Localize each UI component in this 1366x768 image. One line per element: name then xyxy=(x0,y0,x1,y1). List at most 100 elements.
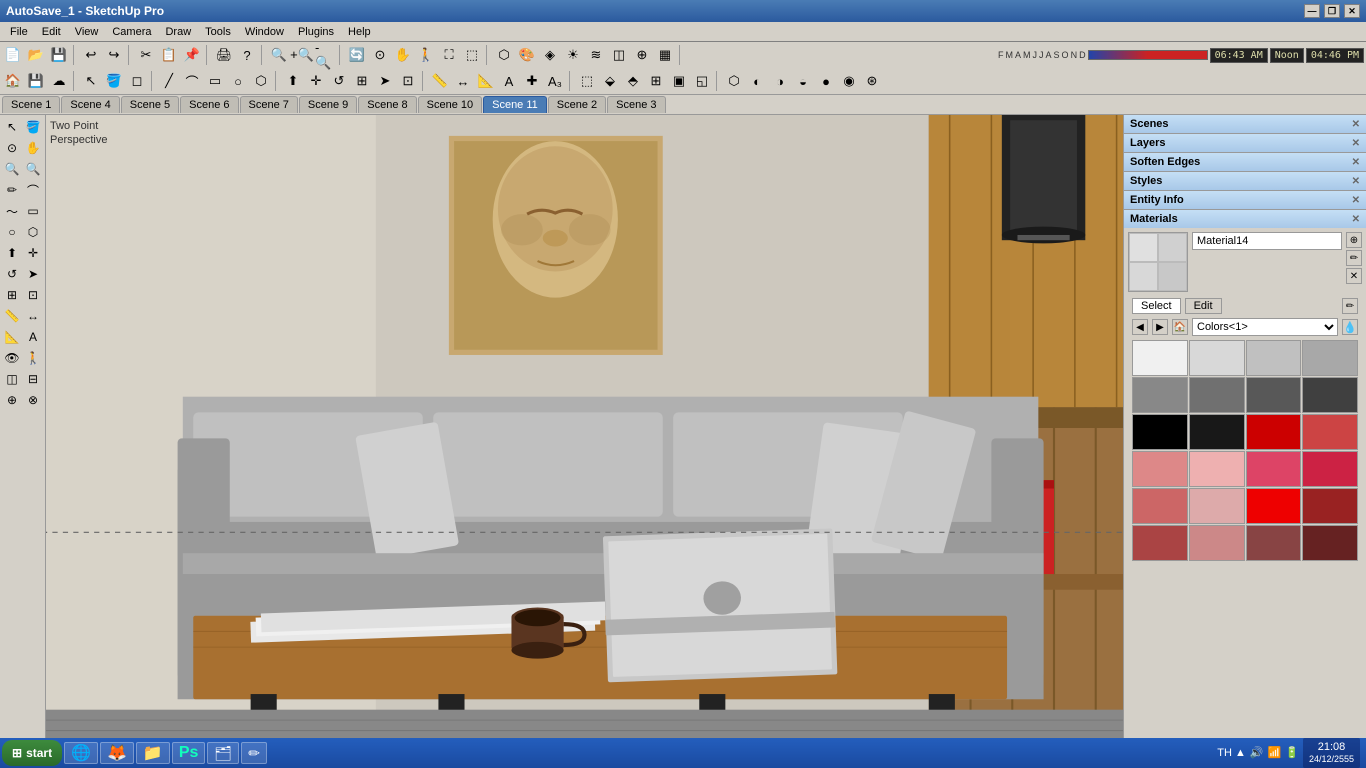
menu-edit[interactable]: Edit xyxy=(36,25,67,39)
home-btn[interactable]: 🏠 xyxy=(2,70,24,92)
soften-header[interactable]: Soften Edges ✕ xyxy=(1124,153,1366,171)
new-button[interactable]: 📄 xyxy=(2,44,24,66)
color-swatch-1[interactable] xyxy=(1189,340,1245,376)
taskbar-item-5[interactable]: 🗂 xyxy=(207,742,239,764)
menu-file[interactable]: File xyxy=(4,25,34,39)
fog-btn[interactable]: ≋ xyxy=(585,44,607,66)
taskbar-item-1[interactable]: 🌐 xyxy=(64,742,98,764)
pushpull-tool[interactable]: ⬆ xyxy=(282,70,304,92)
scene-tab-4[interactable]: Scene 4 xyxy=(61,96,119,113)
open-button[interactable]: 📂 xyxy=(25,44,47,66)
paste-button[interactable]: 📌 xyxy=(181,44,203,66)
pan-btn[interactable]: ✋ xyxy=(23,138,43,158)
zoom-extent-button[interactable]: ⛶ xyxy=(438,44,460,66)
section3-btn[interactable]: ⊟ xyxy=(23,369,43,389)
material-btn[interactable]: 🎨 xyxy=(516,44,538,66)
color-swatch-5[interactable] xyxy=(1189,377,1245,413)
scene-tab-10[interactable]: Scene 10 xyxy=(418,96,482,113)
battery-icon[interactable]: 🔋 xyxy=(1285,746,1299,759)
menu-help[interactable]: Help xyxy=(342,25,377,39)
help-button[interactable]: ? xyxy=(236,44,258,66)
followme2-btn[interactable]: ➤ xyxy=(23,264,43,284)
followme-tool[interactable]: ➤ xyxy=(374,70,396,92)
menu-view[interactable]: View xyxy=(69,25,105,39)
layers-header[interactable]: Layers ✕ xyxy=(1124,134,1366,152)
material-edit-btn[interactable]: ✏ xyxy=(1346,250,1362,266)
pencil-btn[interactable]: ✏ xyxy=(2,180,22,200)
cut-button[interactable]: ✂ xyxy=(135,44,157,66)
cloud-btn[interactable]: ☁ xyxy=(48,70,70,92)
freehand-btn[interactable]: 〜 xyxy=(2,201,22,221)
save-button[interactable]: 💾 xyxy=(48,44,70,66)
render6[interactable]: ◉ xyxy=(838,70,860,92)
polygon-tool[interactable]: ⬡ xyxy=(250,70,272,92)
styles-close[interactable]: ✕ xyxy=(1352,176,1360,187)
view4[interactable]: ⊞ xyxy=(645,70,667,92)
menu-plugins[interactable]: Plugins xyxy=(292,25,340,39)
time-slider[interactable] xyxy=(1088,50,1208,60)
search-button[interactable]: 🔍 xyxy=(268,44,290,66)
scale2-btn[interactable]: ⊞ xyxy=(2,285,22,305)
eyedropper-btn[interactable]: ✏ xyxy=(1342,298,1358,314)
look-btn[interactable]: 👁 xyxy=(2,348,22,368)
scene-tab-8[interactable]: Scene 8 xyxy=(358,96,416,113)
menu-camera[interactable]: Camera xyxy=(106,25,157,39)
pushpull2-btn[interactable]: ⬆ xyxy=(2,243,22,263)
color-swatch-20[interactable] xyxy=(1132,525,1188,561)
render3[interactable]: ◑ xyxy=(769,70,791,92)
undo-button[interactable]: ↩ xyxy=(80,44,102,66)
circle-tool[interactable]: ○ xyxy=(227,70,249,92)
scene-tab-9[interactable]: Scene 9 xyxy=(299,96,357,113)
color-forward-btn[interactable]: ▶ xyxy=(1152,319,1168,335)
section2-btn[interactable]: ◫ xyxy=(2,369,22,389)
color-swatch-10[interactable] xyxy=(1246,414,1302,450)
layers-close[interactable]: ✕ xyxy=(1352,138,1360,149)
minimize-button[interactable]: — xyxy=(1304,4,1320,18)
poly-btn[interactable]: ⬡ xyxy=(23,222,43,242)
line-tool[interactable]: ╱ xyxy=(158,70,180,92)
material-delete-btn[interactable]: ✕ xyxy=(1346,268,1362,284)
color-swatch-18[interactable] xyxy=(1246,488,1302,524)
rect2-btn[interactable]: ▭ xyxy=(23,201,43,221)
color-swatch-3[interactable] xyxy=(1302,340,1358,376)
color-swatch-21[interactable] xyxy=(1189,525,1245,561)
menu-tools[interactable]: Tools xyxy=(199,25,237,39)
zoom-out-button[interactable]: -🔍 xyxy=(314,44,336,66)
circle2-btn[interactable]: ○ xyxy=(2,222,22,242)
select-btn[interactable]: ↖ xyxy=(2,117,22,137)
color-swatch-13[interactable] xyxy=(1189,451,1245,487)
zoom-btn[interactable]: 🔍 xyxy=(2,159,22,179)
materials-header[interactable]: Materials ✕ xyxy=(1124,210,1366,228)
arc-tool[interactable]: ⌒ xyxy=(181,70,203,92)
ground-btn[interactable]: ▦ xyxy=(654,44,676,66)
render1[interactable]: ⬡ xyxy=(723,70,745,92)
select-tab[interactable]: Select xyxy=(1132,298,1181,314)
style-btn[interactable]: ◈ xyxy=(539,44,561,66)
color-swatch-6[interactable] xyxy=(1246,377,1302,413)
color-swatch-9[interactable] xyxy=(1189,414,1245,450)
eyedropper2-btn[interactable]: 💧 xyxy=(1342,319,1358,335)
walk-button[interactable]: 🚶 xyxy=(415,44,437,66)
color-swatch-16[interactable] xyxy=(1132,488,1188,524)
zoom2-btn[interactable]: 🔍 xyxy=(23,159,43,179)
scene-tab-6[interactable]: Scene 6 xyxy=(180,96,238,113)
color-swatch-14[interactable] xyxy=(1246,451,1302,487)
axes-tool[interactable]: ✚ xyxy=(521,70,543,92)
render4[interactable]: ◒ xyxy=(792,70,814,92)
menu-draw[interactable]: Draw xyxy=(159,25,197,39)
render2[interactable]: ◐ xyxy=(746,70,768,92)
color-swatch-23[interactable] xyxy=(1302,525,1358,561)
paint-btn[interactable]: 🪣 xyxy=(23,117,43,137)
proto2-btn[interactable]: 📐 xyxy=(2,327,22,347)
shadow-btn[interactable]: ☀ xyxy=(562,44,584,66)
view1[interactable]: ⬚ xyxy=(576,70,598,92)
color-swatch-11[interactable] xyxy=(1302,414,1358,450)
network-icon[interactable]: 📶 xyxy=(1268,746,1282,759)
scene-tab-3[interactable]: Scene 3 xyxy=(607,96,665,113)
redo-button[interactable]: ↪ xyxy=(103,44,125,66)
entity-close[interactable]: ✕ xyxy=(1352,195,1360,206)
clock[interactable]: 21:08 24/12/2555 xyxy=(1303,738,1360,768)
material-name-input[interactable] xyxy=(1192,232,1342,250)
color-swatch-4[interactable] xyxy=(1132,377,1188,413)
rotate-button[interactable]: 🔄 xyxy=(346,44,368,66)
